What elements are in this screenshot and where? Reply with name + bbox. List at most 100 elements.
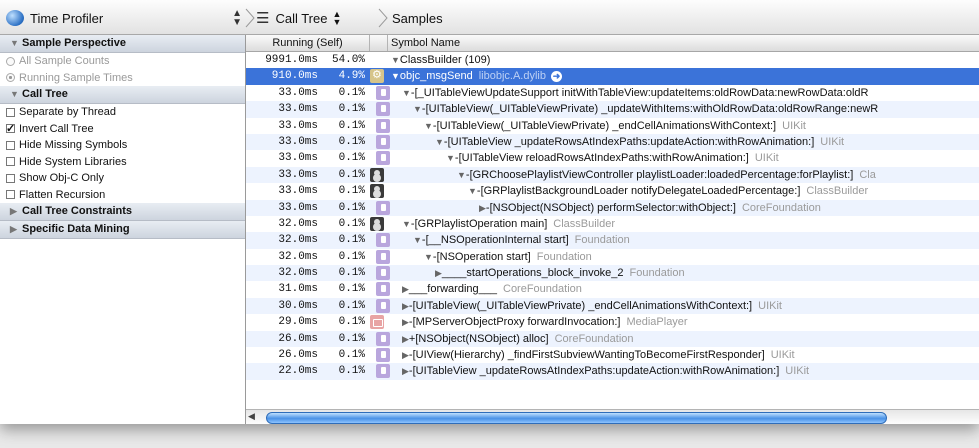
table-row[interactable]: 33.0ms 0.1% ▼-[GRPlaylistBackgroundLoader … — [246, 183, 979, 199]
library-name: Foundation — [574, 234, 630, 247]
disclosure-expanded-icon[interactable]: ▼ — [391, 55, 400, 65]
radio-running-sample-times[interactable]: Running Sample Times — [0, 70, 245, 87]
breadcrumb-call-tree[interactable]: ☰ Call Tree ▲ ▼ — [256, 8, 341, 28]
disclosure-collapsed-icon[interactable]: ▶ — [435, 268, 442, 278]
running-percent: 0.1% — [338, 299, 365, 312]
disclosure-expanded-icon[interactable]: ▼ — [446, 153, 455, 163]
section-call-tree-constraints[interactable]: ▶ Call Tree Constraints — [0, 203, 245, 221]
table-row[interactable]: 33.0ms 0.1% ▼-[GRChoosePlaylistViewControl… — [246, 166, 979, 184]
running-time: 9991.0ms — [265, 54, 318, 66]
disclosure-collapsed-icon[interactable]: ▶ — [402, 366, 409, 376]
running-time: 32.0ms — [278, 234, 318, 247]
scroll-left-arrow-icon[interactable]: ◀ — [248, 411, 255, 422]
section-sample-perspective[interactable]: ▼ Sample Perspective — [0, 35, 245, 53]
checkbox-flatten-recursion[interactable]: Flatten Recursion — [0, 187, 245, 204]
table-row[interactable]: 30.0ms 0.1% ▶-[UITableView(_UITableViewPri… — [246, 297, 979, 315]
table-row[interactable]: 26.0ms 0.1% ▶+[NSObject(NSObject) alloc] Co… — [246, 330, 979, 348]
running-time: 33.0ms — [278, 103, 318, 116]
table-row[interactable]: 29.0ms 0.1% ▶-[MPServerObjectProxy forward… — [246, 314, 979, 330]
library-name: UIKit — [770, 349, 795, 362]
table-row[interactable]: 33.0ms 0.1% ▶-[NSObject(NSObject) performS… — [246, 199, 979, 216]
library-name: MediaPlayer — [626, 316, 688, 329]
library-name: libobjc.A.dylib — [478, 70, 546, 83]
library-icon — [376, 331, 390, 346]
library-name: Foundation — [629, 267, 685, 280]
running-percent: 0.1% — [338, 283, 365, 296]
scrollbar-thumb[interactable] — [266, 412, 887, 424]
table-row[interactable]: 32.0ms 0.1% ▼-[NSOperation start] Foundatio… — [246, 249, 979, 265]
disclosure-expanded-icon[interactable]: ▼ — [424, 121, 433, 131]
table-row[interactable]: 9991.0ms 54.0% ▼ClassBuilder (109) — [246, 52, 979, 68]
library-icon — [376, 249, 390, 264]
checkbox-show-objc-only[interactable]: Show Obj-C Only — [0, 170, 245, 187]
radio-all-sample-counts[interactable]: All Sample Counts — [0, 53, 245, 70]
disclosure-expanded-icon: ▼ — [10, 38, 19, 48]
table-row[interactable]: 33.0ms 0.1% ▼-[UITableView reloadRowsAtInd… — [246, 150, 979, 166]
library-icon — [376, 134, 390, 149]
table-row[interactable]: 910.0ms 4.9% ▼objc_msgSend libobjc.A.dylib ➜ — [246, 67, 979, 85]
disclosure-expanded-icon[interactable]: ▼ — [402, 219, 411, 229]
running-percent: 0.1% — [338, 365, 365, 378]
disclosure-expanded-icon[interactable]: ▼ — [457, 170, 466, 180]
library-icon — [376, 282, 390, 297]
running-percent: 0.1% — [338, 168, 365, 181]
disclosure-collapsed-icon[interactable]: ▶ — [402, 284, 409, 294]
library-icon — [376, 266, 390, 281]
symbol-cell: ▶-[NSObject(NSObject) performSelector:wi… — [391, 200, 821, 216]
checkbox-icon — [6, 157, 15, 167]
table-row[interactable]: 22.0ms 0.1% ▶-[UITableView _updateRowsAtIn… — [246, 363, 979, 380]
section-title: Sample Perspective — [22, 37, 126, 49]
symbol-cell: ▼-[NSOperation start] Foundation — [391, 249, 592, 265]
option-label: Hide Missing Symbols — [19, 139, 128, 151]
horizontal-scrollbar[interactable]: ◀ — [246, 409, 979, 424]
section-call-tree[interactable]: ▼ Call Tree — [0, 86, 245, 104]
table-row[interactable]: 26.0ms 0.1% ▶-[UIView(Hierarchy) _findFirs… — [246, 347, 979, 363]
symbol-name: -[UITableView reloadRowsAtIndexPaths:wit… — [454, 152, 749, 165]
checkbox-invert-call-tree[interactable]: Invert Call Tree — [0, 121, 245, 138]
table-row[interactable]: 33.0ms 0.1% ▼-[UITableView(_UITableViewPri… — [246, 118, 979, 134]
disclosure-expanded-icon[interactable]: ▼ — [424, 252, 433, 262]
disclosure-collapsed-icon[interactable]: ▶ — [402, 334, 409, 344]
column-header-icon[interactable] — [370, 35, 388, 51]
running-percent: 0.1% — [338, 152, 365, 165]
go-to-source-icon[interactable]: ➜ — [550, 70, 562, 82]
running-time: 33.0ms — [278, 152, 318, 165]
library-name: ClassBuilder — [806, 185, 869, 198]
disclosure-expanded-icon[interactable]: ▼ — [413, 104, 422, 114]
section-specific-data-mining[interactable]: ▶ Specific Data Mining — [0, 221, 245, 239]
column-header-running-self[interactable]: Running (Self) — [246, 35, 370, 51]
checkbox-icon — [6, 140, 15, 150]
disclosure-collapsed-icon[interactable]: ▶ — [402, 301, 409, 311]
symbol-name: -[UITableView _updateRowsAtIndexPaths:up… — [408, 365, 780, 378]
disclosure-expanded-icon[interactable]: ▼ — [402, 88, 411, 98]
running-percent: 0.1% — [338, 201, 365, 214]
running-time: 26.0ms — [278, 349, 318, 362]
symbol-name: -[_UITableViewUpdateSupport initWithTabl… — [410, 86, 869, 99]
disclosure-expanded-icon[interactable]: ▼ — [413, 235, 422, 245]
checkbox-separate-by-thread[interactable]: Separate by Thread — [0, 104, 245, 121]
disclosure-collapsed-icon[interactable]: ▶ — [479, 203, 486, 213]
column-header-symbol-name[interactable]: Symbol Name — [391, 35, 460, 51]
disclosure-collapsed-icon[interactable]: ▶ — [402, 317, 409, 327]
library-icon — [376, 102, 390, 117]
instrument-selector[interactable]: Time Profiler ▲ ▼ — [6, 8, 242, 28]
table-row[interactable]: 31.0ms 0.1% ▶___forwarding___ CoreFoundatio… — [246, 281, 979, 297]
disclosure-expanded-icon[interactable]: ▼ — [391, 71, 400, 81]
library-icon — [376, 151, 390, 166]
table-row[interactable]: 32.0ms 0.1% ▼-[GRPlaylistOperation main] Cl… — [246, 216, 979, 232]
checkbox-hide-system-libraries[interactable]: Hide System Libraries — [0, 154, 245, 171]
table-row[interactable]: 32.0ms 0.1% ▶____startOperations_block_inv… — [246, 265, 979, 282]
disclosure-expanded-icon[interactable]: ▼ — [468, 186, 477, 196]
table-row[interactable]: 33.0ms 0.1% ▼-[_UITableViewUpdateSupport i… — [246, 85, 979, 101]
table-row[interactable]: 33.0ms 0.1% ▼-[UITableView(_UITableViewPri… — [246, 101, 979, 118]
disclosure-collapsed-icon[interactable]: ▶ — [402, 350, 409, 360]
library-icon — [376, 85, 390, 100]
running-time: 22.0ms — [278, 365, 318, 378]
checkbox-hide-missing-symbols[interactable]: Hide Missing Symbols — [0, 137, 245, 154]
symbol-name: -[UITableView _updateRowsAtIndexPaths:up… — [443, 135, 815, 148]
breadcrumb-samples[interactable]: Samples — [392, 8, 443, 28]
table-row[interactable]: 32.0ms 0.1% ▼-[__NSOperationInternal start… — [246, 232, 979, 249]
disclosure-expanded-icon[interactable]: ▼ — [435, 137, 444, 147]
table-row[interactable]: 33.0ms 0.1% ▼-[UITableView _updateRowsAtIn… — [246, 133, 979, 151]
time-profiler-icon — [6, 10, 24, 26]
